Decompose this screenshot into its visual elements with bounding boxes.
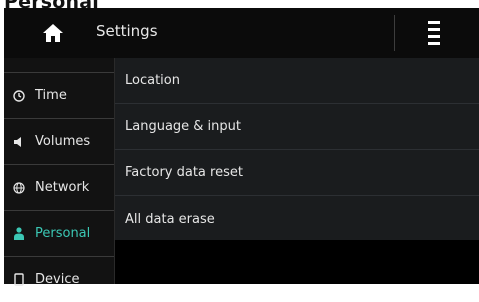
home-icon xyxy=(43,24,63,42)
list-item-all-data-erase[interactable]: All data erase xyxy=(115,196,479,242)
app-title: Settings xyxy=(96,22,158,40)
list-item-label: Language & input xyxy=(125,119,241,134)
sidebar-item-label: Time xyxy=(35,88,67,103)
list-item-label: All data erase xyxy=(125,211,215,227)
list-item-language-input[interactable]: Language & input xyxy=(115,104,479,150)
empty-area xyxy=(115,240,479,284)
sidebar-item-personal[interactable]: Personal xyxy=(4,210,114,256)
person-icon xyxy=(12,227,26,241)
device-icon xyxy=(12,273,26,287)
sidebar-item-label: Device xyxy=(35,272,80,287)
sidebar-item-label: Personal xyxy=(35,226,91,241)
menu-button[interactable] xyxy=(422,18,446,48)
sidebar: Time Volumes Network Personal Device xyxy=(4,58,115,287)
list-item-location[interactable]: Location xyxy=(115,58,479,104)
list-item-label: Factory data reset xyxy=(125,165,243,180)
sidebar-item-label: Network xyxy=(35,180,90,195)
sidebar-item-network[interactable]: Network xyxy=(4,164,114,210)
sidebar-item-label: Volumes xyxy=(35,134,91,149)
settings-list: Location Language & input Factory data r… xyxy=(115,58,479,240)
list-item-factory-reset[interactable]: Factory data reset xyxy=(115,150,479,196)
home-button[interactable] xyxy=(38,18,68,48)
sidebar-item-device[interactable]: Device xyxy=(4,256,114,302)
clock-icon xyxy=(12,89,26,103)
speaker-icon xyxy=(12,135,26,149)
sidebar-item-volumes[interactable]: Volumes xyxy=(4,118,114,164)
top-bar: Settings xyxy=(4,8,479,58)
globe-icon xyxy=(12,181,26,195)
vertical-menu-icon xyxy=(428,21,440,45)
sidebar-item-time[interactable]: Time xyxy=(4,72,114,118)
list-item-label: Location xyxy=(125,73,180,88)
header-divider xyxy=(394,15,395,51)
